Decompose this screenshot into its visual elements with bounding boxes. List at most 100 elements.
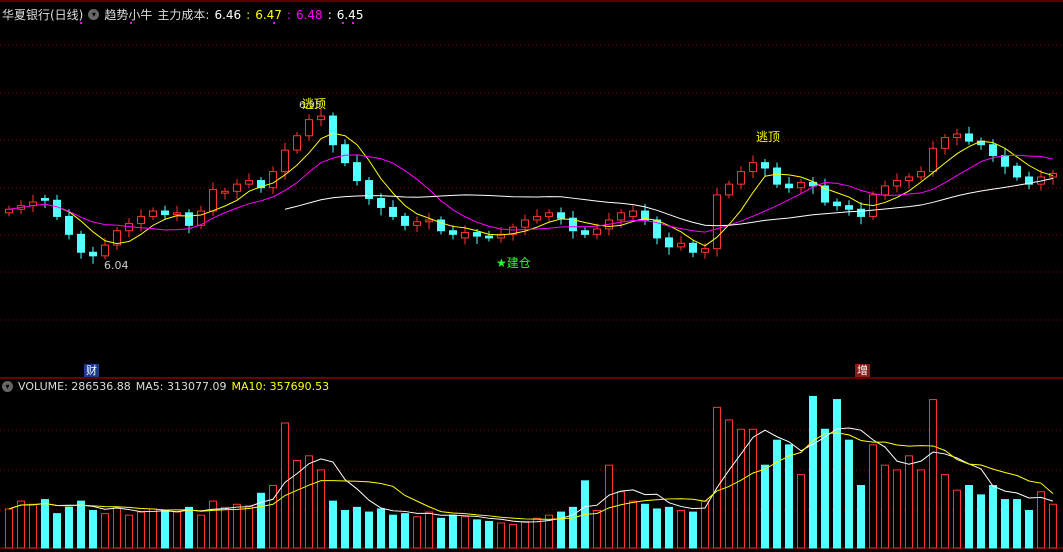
candle-down (185, 212, 193, 226)
build-position-label: ★建仓 (496, 256, 531, 270)
volume-bar-up (1037, 491, 1045, 549)
volume-bar-up (953, 489, 961, 549)
candle-up (233, 183, 241, 192)
candle-up (893, 180, 901, 187)
volume-bar-down (641, 503, 649, 549)
candle-down (377, 197, 385, 208)
volume-bar-down (53, 513, 61, 549)
candle-up (521, 219, 529, 228)
volume-bar-up (125, 514, 133, 549)
candle-down (761, 162, 769, 169)
candle-down (77, 233, 85, 253)
candle-up (725, 183, 733, 196)
candle-up (425, 219, 433, 223)
volume-bar-down (821, 428, 829, 549)
candle-down (161, 210, 169, 216)
candle-up (905, 176, 913, 182)
candle-down (557, 212, 565, 219)
add-marker[interactable]: 增 (855, 364, 870, 377)
candle-down (857, 208, 865, 217)
volume-bar-down (1001, 499, 1009, 549)
candle-up (5, 208, 13, 214)
volume-bar-down (785, 444, 793, 549)
candle-up (461, 232, 469, 239)
volume-bar-up (1049, 503, 1057, 549)
volume-bar-down (1025, 510, 1033, 549)
volume-bar-up (461, 516, 469, 549)
candle-down (65, 215, 73, 235)
candle-down (473, 232, 481, 237)
volume-bar-up (725, 419, 733, 549)
candle-up (941, 137, 949, 149)
candle-up (413, 221, 421, 226)
volume-bar-up (521, 520, 529, 549)
volume-bar-up (425, 511, 433, 549)
volume-bar-up (533, 517, 541, 549)
volume-bar-down (653, 508, 661, 549)
volume-bar-down (185, 506, 193, 549)
candle-up (881, 185, 889, 196)
volume-bar-down (353, 506, 361, 549)
volume-bar-down (341, 510, 349, 549)
signal-dot (273, 22, 275, 24)
volume-bar-up (929, 399, 937, 549)
signal-dot (342, 22, 344, 24)
candle-up (749, 162, 757, 173)
volume-bar-up (113, 506, 121, 549)
volume-bar-up (713, 406, 721, 549)
candle-down (845, 205, 853, 210)
volume-bar-down (401, 513, 409, 549)
candle-down (41, 197, 49, 201)
candle-down (53, 199, 61, 217)
candle-down (341, 144, 349, 164)
candle-up (281, 149, 289, 173)
candle-up (701, 248, 709, 253)
volume-bar-up (617, 491, 625, 549)
volume-bar-up (413, 516, 421, 549)
candle-up (101, 244, 109, 257)
volume-bar-down (689, 511, 697, 549)
candle-down (581, 230, 589, 235)
candle-down (785, 183, 793, 189)
candle-down (1001, 154, 1009, 167)
high-price-label: 6.95 (299, 100, 322, 111)
volume-bar-up (101, 513, 109, 549)
volume-bar-down (845, 439, 853, 549)
volume-bar-down (365, 511, 373, 549)
volume-bar-down (761, 464, 769, 549)
volume-bar-up (305, 455, 313, 549)
candle-down (689, 242, 697, 253)
candle-up (545, 212, 553, 217)
candle-down (1013, 165, 1021, 178)
volume-bar-down (989, 485, 997, 549)
volume-bar-down (449, 514, 457, 549)
candle-up (677, 242, 685, 248)
candle-down (965, 133, 973, 142)
candle-down (389, 206, 397, 217)
volume-bar-down (161, 510, 169, 549)
volume-bar-up (737, 428, 745, 549)
price-ma10-line (8, 154, 1054, 233)
candle-up (593, 228, 601, 235)
volume-bar-down (41, 499, 49, 549)
stock-chart[interactable] (0, 0, 1063, 552)
finance-marker[interactable]: 财 (84, 364, 99, 377)
volume-bar-down (833, 399, 841, 549)
volume-bar-down (65, 506, 73, 549)
candle-up (173, 212, 181, 216)
volume-bar-up (509, 524, 517, 549)
price-ma30-line (284, 177, 1054, 227)
volume-bar-up (893, 469, 901, 549)
candle-up (953, 133, 961, 139)
escape-top-label-2: 逃顶 (756, 130, 781, 144)
candle-up (305, 119, 313, 137)
signal-dot (80, 22, 82, 24)
candle-up (209, 189, 217, 212)
volume-bar-up (797, 474, 805, 549)
candle-up (317, 115, 325, 121)
volume-bar-down (329, 500, 337, 549)
volume-bar-down (377, 508, 385, 549)
volume-bar-down (809, 395, 817, 549)
candle-down (989, 144, 997, 156)
candle-up (713, 194, 721, 250)
